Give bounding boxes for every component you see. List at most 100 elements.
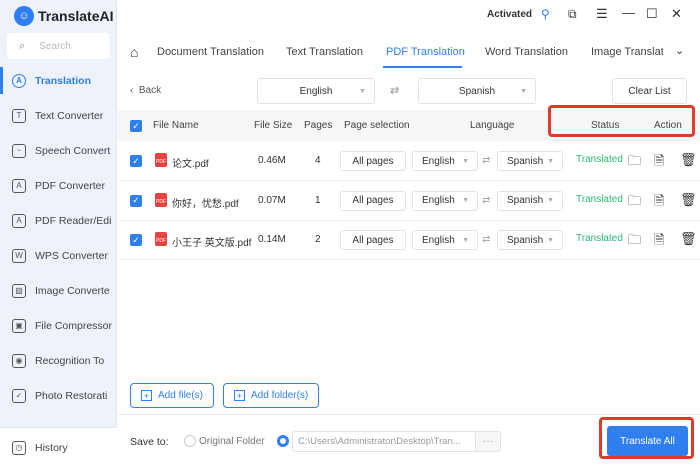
chevron-down-icon[interactable]: ⌄ bbox=[675, 44, 684, 57]
pdf-reader-icon: A bbox=[12, 213, 26, 228]
close-icon[interactable]: ✕ bbox=[671, 6, 682, 22]
highlight-box bbox=[548, 105, 695, 137]
view-file-icon[interactable]: 🗎 bbox=[654, 192, 664, 214]
image-converter-icon: ▨ bbox=[12, 283, 26, 298]
menu-icon[interactable]: ☰ bbox=[596, 6, 608, 22]
browse-button[interactable]: ··· bbox=[475, 431, 501, 452]
add-file-icon: + bbox=[141, 390, 152, 401]
app-name: TranslateAI bbox=[38, 8, 114, 24]
file-name: 你好，忧愁.pdf bbox=[172, 198, 239, 210]
add-files-button[interactable]: + Add file(s) bbox=[130, 383, 215, 408]
sidebar-item-file-compressor[interactable]: ▣ File Compressor bbox=[0, 308, 117, 343]
maximize-icon[interactable]: ☐ bbox=[646, 6, 658, 22]
back-button[interactable]: ‹ Back bbox=[130, 85, 161, 96]
sidebar-item-translation[interactable]: A Translation bbox=[0, 63, 117, 98]
file-size: 0.07M bbox=[258, 194, 286, 206]
clear-list-button[interactable]: Clear List bbox=[612, 78, 687, 104]
sidebar-item-photo-restorati[interactable]: ✓ Photo Restorati bbox=[0, 378, 117, 413]
caret-icon: ▼ bbox=[547, 236, 554, 244]
status-badge: Translated bbox=[576, 193, 623, 205]
delete-icon[interactable]: 🗑 bbox=[680, 152, 697, 168]
row-checkbox[interactable]: ✓ bbox=[130, 155, 142, 167]
save-path-field[interactable]: C:\Users\Administrator\Desktop\Tran... bbox=[292, 431, 501, 452]
sidebar-item-recognition-to[interactable]: ◉ Recognition To bbox=[0, 343, 117, 378]
header-file-size: File Size bbox=[254, 120, 293, 131]
header-pages: Pages bbox=[304, 120, 333, 131]
target-language-select[interactable]: Spanish ▼ bbox=[418, 78, 536, 104]
row-checkbox[interactable]: ✓ bbox=[130, 194, 142, 207]
file-size: 0.14M bbox=[258, 234, 286, 245]
pdf-file-icon: PDF bbox=[155, 153, 167, 167]
view-file-icon[interactable]: 🗎 bbox=[654, 231, 664, 253]
row-checkbox[interactable]: ✓ bbox=[130, 234, 142, 246]
row-target-language-select[interactable]: Spanish ▼ bbox=[497, 190, 563, 211]
swap-icon[interactable]: ⇄ bbox=[390, 84, 399, 97]
open-folder-icon[interactable]: 🗀 bbox=[628, 231, 641, 253]
page-selection-select[interactable]: All pages bbox=[340, 190, 406, 211]
caret-icon: ▼ bbox=[547, 197, 554, 204]
sidebar-item-wps-converter[interactable]: W WPS Converter bbox=[0, 238, 117, 273]
tab-text-translation[interactable]: Text Translation bbox=[286, 46, 363, 58]
row-source-language-select[interactable]: English ▼ bbox=[412, 190, 478, 211]
delete-icon[interactable]: 🗑 bbox=[680, 192, 697, 208]
active-tab-indicator bbox=[383, 66, 462, 68]
swap-icon[interactable]: ⇄ bbox=[482, 195, 490, 206]
divider bbox=[118, 414, 700, 415]
file-name: 小王子 英文版.pdf bbox=[172, 238, 252, 249]
open-folder-icon[interactable]: 🗀 bbox=[628, 152, 641, 174]
sidebar-item-image-converte[interactable]: ▨ Image Converte bbox=[0, 273, 117, 308]
original-folder-label: Original Folder bbox=[199, 436, 265, 447]
original-folder-radio[interactable] bbox=[184, 435, 196, 447]
source-language-select[interactable]: English ▼ bbox=[257, 78, 375, 104]
sidebar-item-speech-convert[interactable]: ~ Speech Convert bbox=[0, 133, 117, 168]
sidebar-item-text-converter[interactable]: T Text Converter bbox=[0, 98, 117, 133]
tab-document-translation[interactable]: Document Translation bbox=[157, 46, 264, 58]
app-logo: ☺ bbox=[14, 6, 34, 26]
delete-icon[interactable]: 🗑 bbox=[680, 231, 697, 247]
caret-icon: ▼ bbox=[462, 236, 469, 244]
open-folder-icon[interactable]: 🗀 bbox=[628, 192, 641, 214]
pdf-file-icon: PDF bbox=[155, 192, 167, 207]
view-file-icon[interactable]: 🗎 bbox=[654, 152, 664, 174]
swap-icon[interactable]: ⇄ bbox=[482, 155, 490, 166]
sidebar: ☺ TranslateAI ⌕ Search A Translation T Text … bbox=[0, 0, 117, 467]
add-folders-button[interactable]: + Add folder(s) bbox=[223, 383, 320, 408]
speech-icon: ~ bbox=[12, 143, 26, 158]
activation-status: Activated bbox=[487, 9, 533, 20]
minimize-icon[interactable]: — bbox=[622, 5, 635, 20]
row-target-language-select[interactable]: Spanish ▼ bbox=[497, 230, 563, 250]
text-converter-icon: T bbox=[12, 108, 26, 123]
custom-folder-radio[interactable] bbox=[277, 435, 289, 447]
minimize-to-tray-icon[interactable]: ⧉ bbox=[568, 7, 577, 22]
tab-image-translation[interactable]: Image Translat bbox=[591, 46, 663, 58]
select-all-checkbox[interactable]: ✓ bbox=[130, 120, 142, 132]
caret-icon: ▼ bbox=[520, 87, 527, 95]
swap-icon[interactable]: ⇄ bbox=[482, 234, 490, 245]
sidebar-item-history[interactable]: ◷ History bbox=[0, 427, 117, 467]
row-source-language-select[interactable]: English ▼ bbox=[412, 230, 478, 250]
sidebar-item-pdf-converter[interactable]: A PDF Converter bbox=[0, 168, 117, 203]
page-selection-select[interactable]: All pages bbox=[340, 151, 406, 171]
caret-icon: ▼ bbox=[462, 157, 469, 165]
history-icon: ◷ bbox=[12, 440, 26, 455]
wps-icon: W bbox=[12, 248, 26, 263]
caret-icon: ▼ bbox=[359, 87, 366, 95]
page-selection-select[interactable]: All pages bbox=[340, 230, 406, 250]
status-badge: Translated bbox=[576, 154, 623, 165]
sidebar-item-pdf-reader-edi[interactable]: A PDF Reader/Edi bbox=[0, 203, 117, 238]
page-count: 4 bbox=[315, 155, 321, 166]
tab-word-translation[interactable]: Word Translation bbox=[485, 46, 568, 58]
header-language: Language bbox=[470, 120, 515, 131]
tab-pdf-translation[interactable]: PDF Translation bbox=[386, 46, 465, 58]
caret-icon: ▼ bbox=[462, 197, 469, 204]
compress-icon: ▣ bbox=[12, 318, 26, 333]
search-input[interactable]: ⌕ Search bbox=[7, 33, 110, 59]
caret-icon: ▼ bbox=[547, 157, 554, 165]
home-icon[interactable]: ⌂ bbox=[130, 44, 138, 60]
row-target-language-select[interactable]: Spanish ▼ bbox=[497, 151, 563, 171]
key-icon[interactable]: ⚲ bbox=[541, 7, 550, 21]
row-source-language-select[interactable]: English ▼ bbox=[412, 151, 478, 171]
file-name: 论文.pdf bbox=[172, 159, 209, 170]
recognition-icon: ◉ bbox=[12, 353, 26, 368]
file-size: 0.46M bbox=[258, 155, 286, 166]
